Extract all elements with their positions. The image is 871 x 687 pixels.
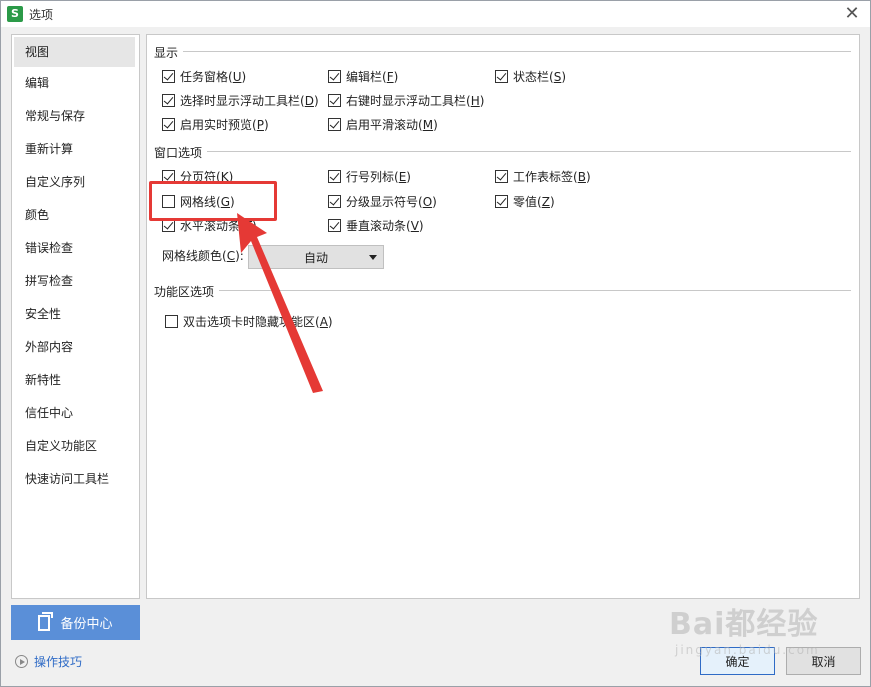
checkbox-label: 双击选项卡时隐藏功能区 [183,315,316,329]
sidebar-item-error-check[interactable]: 错误检查 [12,232,139,265]
checkbox-icon [162,94,175,107]
checkbox-label: 垂直滚动条 [346,219,407,233]
sidebar-item-color[interactable]: 颜色 [12,199,139,232]
access-key: E [398,169,407,184]
checkbox-icon [495,170,508,183]
checkbox-label: 任务窗格 [180,70,229,84]
sidebar-item-spell-check[interactable]: 拼写检查 [12,265,139,298]
backup-center-button[interactable]: 备份中心 [11,605,140,640]
backup-center-label: 备份中心 [60,617,113,632]
checkbox-label: 编辑栏 [346,70,383,84]
checkbox-label: 选择时显示浮动工具栏 [180,94,301,108]
window-title: 选项 [29,7,54,22]
options-dialog: S 选项 ✕ 视图 编辑 常规与保存 重新计算 自定义序列 颜色 错误检查 拼写… [0,0,871,687]
watermark-main: Bai都经验 [669,607,819,642]
access-key: Z [541,194,550,209]
section-title-ribbon-options: 功能区选项 [154,285,215,299]
checkbox-icon [328,219,341,232]
tips-link[interactable]: 操作技巧 [15,653,82,670]
checkbox-smooth-scroll[interactable]: 启用平滑滚动(M) [328,116,438,133]
sidebar: 视图 编辑 常规与保存 重新计算 自定义序列 颜色 错误检查 拼写检查 安全性 … [11,34,140,599]
view-settings-panel: 显示 任务窗格(U) 编辑栏(F) 状态栏(S) 选择时显示浮动工具栏(D) 右… [146,34,860,599]
sidebar-item-view[interactable]: 视图 [14,37,135,67]
section-title-window-options: 窗口选项 [154,146,203,160]
sidebar-item-custom-lists[interactable]: 自定义序列 [12,166,139,199]
wps-app-icon: S [7,6,23,22]
cancel-button[interactable]: 取消 [786,647,861,675]
access-key: U [232,69,242,84]
sidebar-item-new-features[interactable]: 新特性 [12,364,139,397]
checkbox-row-col-headers[interactable]: 行号列标(E) [328,168,411,185]
access-key: F [386,69,394,84]
checkbox-label: 启用平滑滚动 [346,118,419,132]
sidebar-item-quick-access-toolbar[interactable]: 快速访问工具栏 [12,463,139,496]
sidebar-item-customize-ribbon[interactable]: 自定义功能区 [12,430,139,463]
gridline-color-select[interactable]: 自动 [248,245,384,269]
checkbox-icon [495,195,508,208]
checkbox-icon [162,70,175,83]
access-key: H [470,93,480,108]
access-key: M [422,117,434,132]
checkbox-icon [165,315,178,328]
play-circle-icon [15,655,28,668]
checkbox-icon [495,70,508,83]
checkbox-status-bar[interactable]: 状态栏(S) [495,68,566,85]
gridline-color-text: 网格线颜色 [162,249,223,263]
access-key: P [256,117,264,132]
access-key: A [319,314,328,329]
caret-down-icon [369,255,377,260]
checkbox-live-preview[interactable]: 启用实时预览(P) [162,116,269,133]
sidebar-item-security[interactable]: 安全性 [12,298,139,331]
title-bar: S 选项 ✕ [1,1,870,27]
access-key: D [304,93,314,108]
checkbox-label: 启用实时预览 [180,118,253,132]
checkbox-label: 行号列标 [346,170,395,184]
sidebar-item-edit[interactable]: 编辑 [12,67,139,100]
backup-icon [38,611,54,631]
checkbox-zero-values[interactable]: 零值(Z) [495,193,555,210]
access-key: O [422,194,433,209]
checkbox-icon [162,118,175,131]
access-key: C [226,248,236,263]
checkbox-icon [328,118,341,131]
access-key: B [577,169,586,184]
checkbox-float-toolbar-rightclick[interactable]: 右键时显示浮动工具栏(H) [328,92,484,109]
checkbox-icon [328,195,341,208]
annotation-highlight [149,181,277,221]
checkbox-vertical-scrollbar[interactable]: 垂直滚动条(V) [328,217,424,234]
ok-button[interactable]: 确定 [700,647,775,675]
checkbox-label: 工作表标签 [513,170,574,184]
checkbox-icon [328,94,341,107]
checkbox-icon [328,70,341,83]
checkbox-sheet-tabs[interactable]: 工作表标签(B) [495,168,591,185]
tips-label: 操作技巧 [34,655,83,669]
sidebar-item-trust-center[interactable]: 信任中心 [12,397,139,430]
close-icon[interactable]: ✕ [842,4,862,24]
section-divider [183,51,851,52]
gridline-color-label: 网格线颜色(C): [162,248,244,264]
section-divider [219,290,851,291]
sidebar-item-external-content[interactable]: 外部内容 [12,331,139,364]
checkbox-label: 零值 [513,195,538,209]
section-title-display: 显示 [154,46,179,60]
checkbox-icon [328,170,341,183]
access-key: V [410,218,419,233]
checkbox-float-toolbar-select[interactable]: 选择时显示浮动工具栏(D) [162,92,319,109]
sidebar-item-general-save[interactable]: 常规与保存 [12,100,139,133]
gridline-color-value: 自动 [303,250,328,265]
checkbox-task-pane[interactable]: 任务窗格(U) [162,68,246,85]
checkbox-label: 右键时显示浮动工具栏 [346,94,467,108]
checkbox-hide-ribbon-dblclick[interactable]: 双击选项卡时隐藏功能区(A) [165,313,333,330]
checkbox-formula-bar[interactable]: 编辑栏(F) [328,68,398,85]
checkbox-label: 状态栏 [513,70,550,84]
checkbox-outline-symbols[interactable]: 分级显示符号(O) [328,193,437,210]
section-divider [207,151,851,152]
sidebar-item-recalculate[interactable]: 重新计算 [12,133,139,166]
access-key: S [553,69,562,84]
checkbox-label: 分级显示符号 [346,195,419,209]
